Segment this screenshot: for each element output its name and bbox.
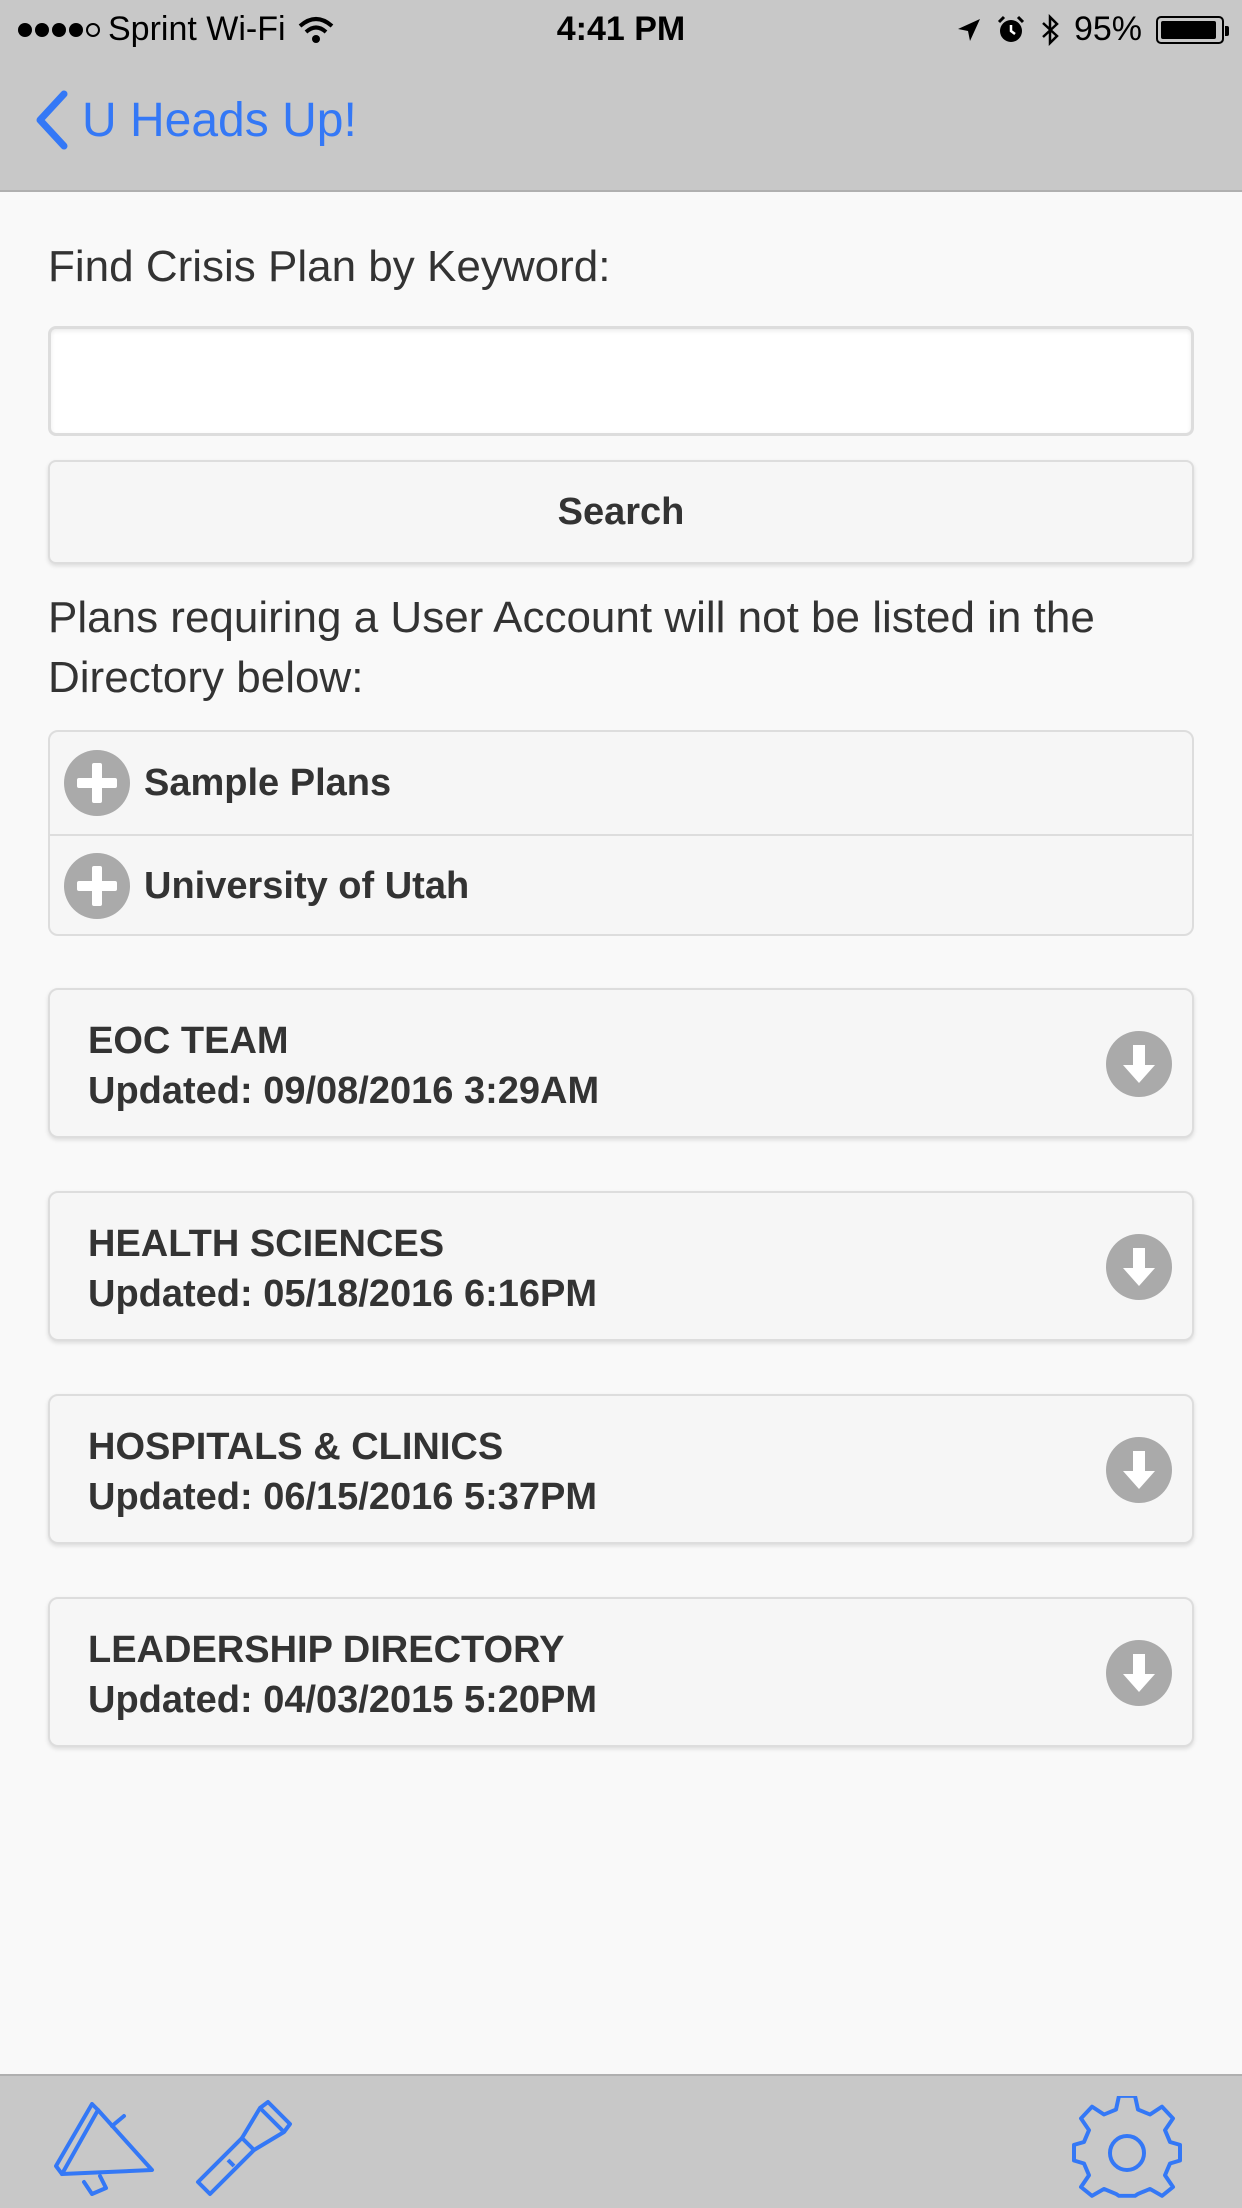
back-button-label: U Heads Up!: [82, 93, 357, 147]
directory-accordion: Sample Plans University of Utah: [48, 730, 1194, 936]
directory-item-label: Sample Plans: [144, 761, 392, 804]
back-button[interactable]: U Heads Up!: [34, 90, 357, 150]
plan-card-leadership-directory[interactable]: LEADERSHIP DIRECTORY Updated: 04/03/2015…: [48, 1597, 1194, 1747]
status-right: 95%: [956, 10, 1229, 49]
plan-updated: Updated: 05/18/2016 6:16PM: [88, 1273, 598, 1315]
plan-card-health-sciences[interactable]: HEALTH SCIENCES Updated: 05/18/2016 6:16…: [48, 1191, 1194, 1341]
flashlight-icon[interactable]: [194, 2098, 294, 2203]
megaphone-icon[interactable]: [54, 2102, 158, 2201]
plan-title: HEALTH SCIENCES: [88, 1223, 445, 1265]
plan-card-eoc-team[interactable]: EOC TEAM Updated: 09/08/2016 3:29AM: [48, 988, 1194, 1138]
battery-percent: 95%: [1073, 10, 1142, 48]
navigation-bar: U Heads Up!: [0, 60, 1242, 192]
search-label: Find Crisis Plan by Keyword:: [48, 242, 611, 291]
alarm-icon: [997, 15, 1024, 42]
download-icon[interactable]: [1106, 1031, 1172, 1097]
plan-title: LEADERSHIP DIRECTORY: [88, 1629, 565, 1671]
search-input[interactable]: [48, 326, 1194, 436]
chevron-left-icon: [36, 90, 68, 150]
plan-title: EOC TEAM: [88, 1020, 289, 1062]
download-icon[interactable]: [1106, 1234, 1172, 1300]
download-icon[interactable]: [1106, 1437, 1172, 1503]
directory-item-sample-plans[interactable]: Sample Plans: [50, 732, 1192, 834]
plan-updated: Updated: 04/03/2015 5:20PM: [88, 1679, 598, 1721]
location-arrow-icon: [957, 18, 980, 41]
plan-updated: Updated: 06/15/2016 5:37PM: [88, 1476, 598, 1518]
plus-icon: [64, 750, 130, 816]
battery-icon: [1156, 15, 1229, 44]
plan-card-hospitals-clinics[interactable]: HOSPITALS & CLINICS Updated: 06/15/2016 …: [48, 1394, 1194, 1544]
directory-item-label: University of Utah: [144, 864, 470, 907]
search-button[interactable]: Search: [48, 460, 1194, 564]
directory-note: Plans requiring a User Account will not …: [48, 593, 1095, 702]
directory-item-university-of-utah[interactable]: University of Utah: [50, 834, 1192, 934]
plan-title: HOSPITALS & CLINICS: [88, 1426, 504, 1468]
bluetooth-icon: [1042, 13, 1059, 46]
download-icon[interactable]: [1106, 1640, 1172, 1706]
gear-icon[interactable]: [1072, 2093, 1182, 2208]
bottom-toolbar: [0, 2074, 1242, 2208]
plan-updated: Updated: 09/08/2016 3:29AM: [88, 1070, 600, 1112]
status-bar: Sprint Wi-Fi 4:41 PM 95%: [0, 0, 1242, 60]
plus-icon: [64, 853, 130, 919]
